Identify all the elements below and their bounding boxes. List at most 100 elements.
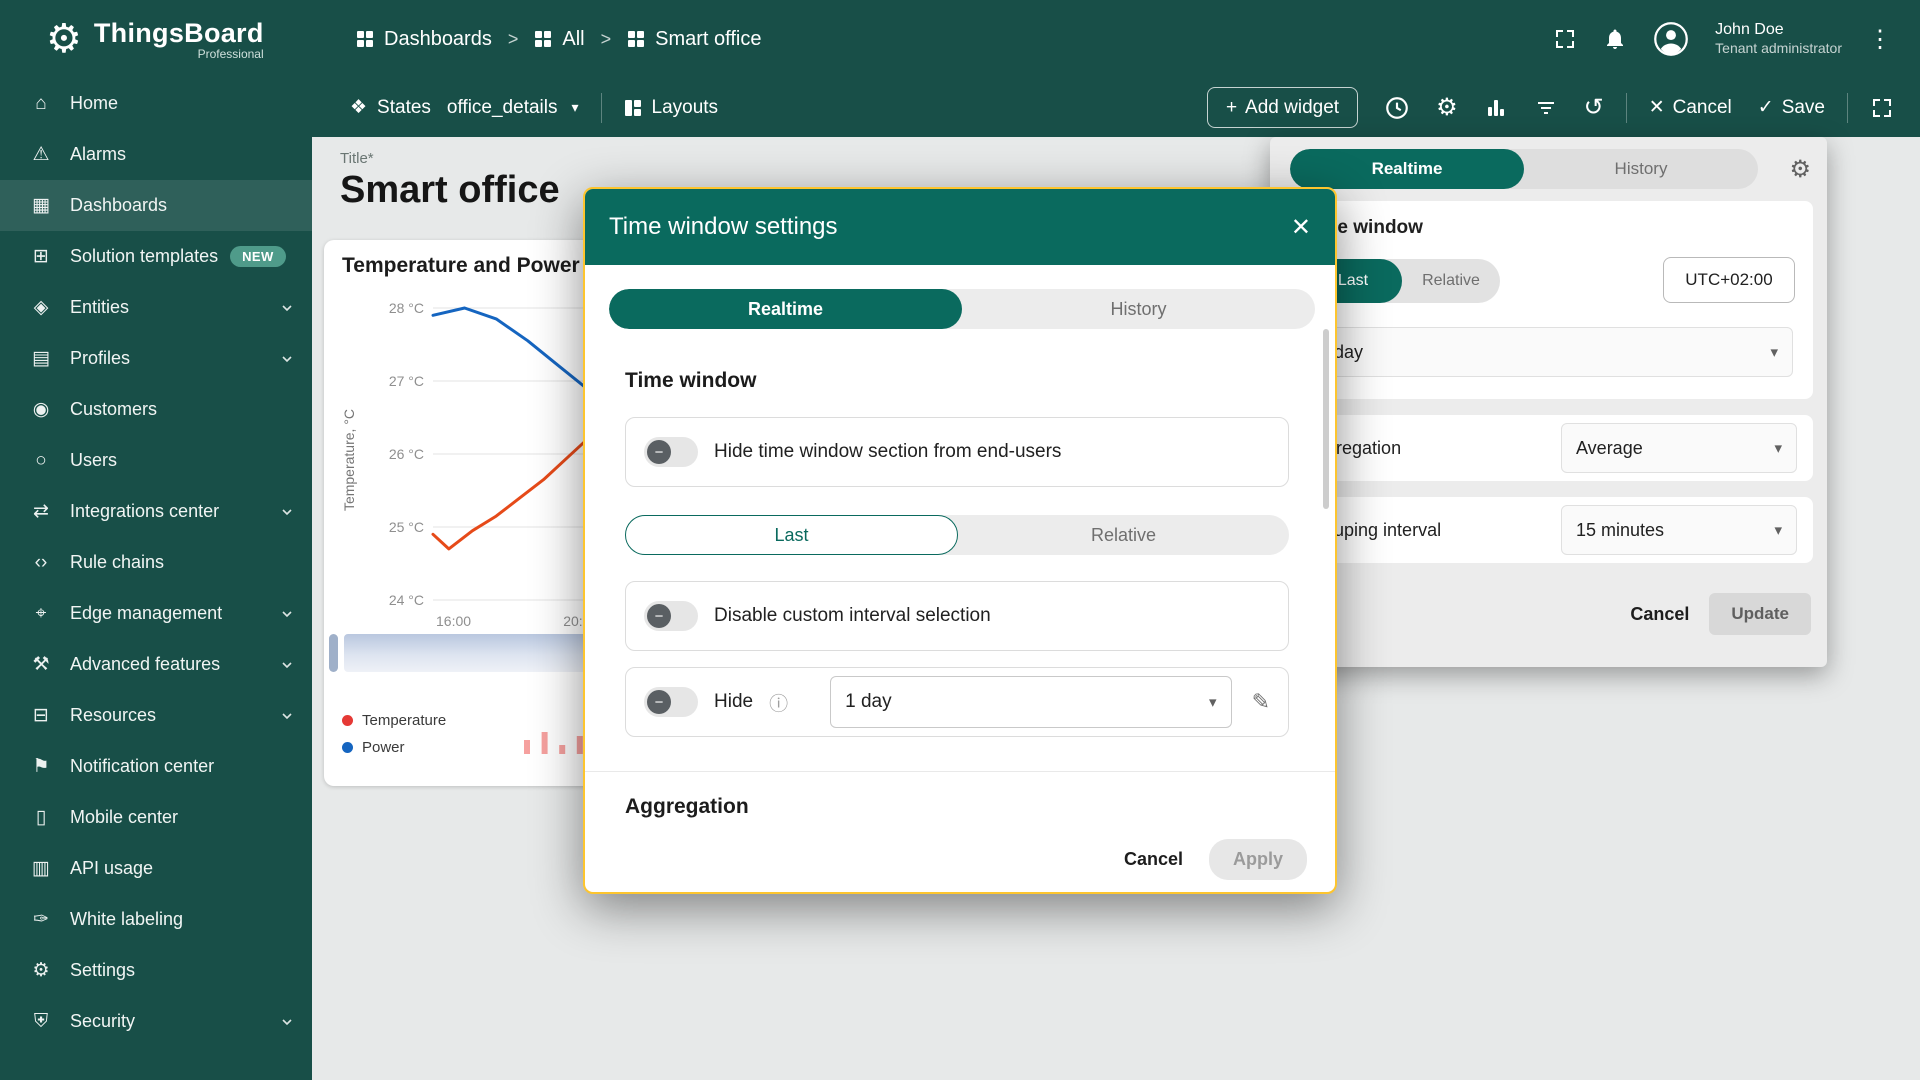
advanced-features-icon: ⚒ bbox=[26, 653, 56, 676]
sidebar-item-api-usage[interactable]: ▥API usage bbox=[0, 843, 312, 894]
breadcrumb-smart-office[interactable]: Smart office bbox=[627, 28, 761, 51]
disable-custom-interval-toggle[interactable]: − bbox=[644, 601, 698, 631]
sidebar-item-users[interactable]: ○Users bbox=[0, 435, 312, 486]
hide-interval-toggle[interactable]: − bbox=[644, 687, 698, 717]
legend-dot bbox=[342, 742, 353, 753]
modal-apply-button[interactable]: Apply bbox=[1209, 839, 1307, 880]
customers-icon: ◉ bbox=[26, 398, 56, 421]
dashboard-grid-icon bbox=[627, 30, 645, 48]
sidebar-item-white-labeling[interactable]: ✑White labeling bbox=[0, 894, 312, 945]
states-selector[interactable]: ❖ States office_details ▾ bbox=[350, 96, 579, 119]
modal-footer: Cancel Apply bbox=[585, 826, 1335, 892]
svg-text:24 °C: 24 °C bbox=[389, 592, 424, 608]
panel-cancel-button[interactable]: Cancel bbox=[1630, 604, 1689, 625]
svg-text:Temperature, °C: Temperature, °C bbox=[341, 409, 357, 511]
breadcrumb-dashboards[interactable]: Dashboards bbox=[356, 28, 492, 51]
sidebar-item-advanced-features[interactable]: ⚒Advanced features bbox=[0, 639, 312, 690]
hide-time-window-toggle[interactable]: − bbox=[644, 437, 698, 467]
rule-chains-icon: ‹› bbox=[26, 552, 56, 574]
sidebar-item-customers[interactable]: ◉Customers bbox=[0, 384, 312, 435]
aggregation-select[interactable]: Average ▾ bbox=[1561, 423, 1797, 473]
modal-last-option[interactable]: Last bbox=[625, 515, 958, 555]
thingsboard-logo[interactable]: ⚙ ThingsBoard Professional bbox=[0, 18, 312, 61]
modal-relative-option[interactable]: Relative bbox=[958, 515, 1289, 555]
cancel-edit-button[interactable]: ✕ Cancel bbox=[1649, 96, 1732, 119]
modal-interval-select[interactable]: 1 day ▾ bbox=[830, 676, 1231, 728]
legend-dot bbox=[342, 715, 353, 726]
time-window-clock-icon[interactable] bbox=[1384, 95, 1410, 121]
solution-templates-icon: ⊞ bbox=[26, 245, 56, 268]
sidebar-item-notification-center[interactable]: ⚑Notification center bbox=[0, 741, 312, 792]
sidebar-item-label: Entities bbox=[70, 297, 129, 318]
entity-aliases-chart-icon[interactable] bbox=[1484, 96, 1508, 120]
mobile-center-icon: ▯ bbox=[26, 806, 56, 829]
edit-pencil-icon[interactable]: ✎ bbox=[1252, 689, 1270, 715]
info-icon[interactable]: ⓘ bbox=[769, 689, 788, 716]
states-icon: ❖ bbox=[350, 96, 367, 119]
modal-tabs: Realtime History bbox=[609, 289, 1315, 329]
timezone-button[interactable]: UTC+02:00 bbox=[1663, 257, 1795, 303]
panel-aggregation-row: Aggregation Average ▾ bbox=[1284, 415, 1813, 481]
sidebar-item-label: API usage bbox=[70, 858, 153, 879]
sidebar-item-security[interactable]: ⛨Security bbox=[0, 996, 312, 1047]
panel-tab-realtime[interactable]: Realtime bbox=[1290, 149, 1524, 189]
panel-settings-gear-icon[interactable]: ⚙ bbox=[1789, 155, 1811, 184]
sidebar-item-edge-management[interactable]: ⌖Edge management bbox=[0, 588, 312, 639]
panel-time-window-card: Time window Last Relative UTC+02:00 1 da… bbox=[1284, 201, 1813, 399]
panel-interval-select[interactable]: 1 day ▾ bbox=[1304, 327, 1793, 377]
panel-update-button[interactable]: Update bbox=[1709, 593, 1811, 635]
sidebar-item-label: Profiles bbox=[70, 348, 130, 369]
dashboard-settings-gear-icon[interactable]: ⚙ bbox=[1436, 93, 1458, 122]
sidebar-item-resources[interactable]: ⊟Resources bbox=[0, 690, 312, 741]
user-info: John Doe Tenant administrator bbox=[1715, 20, 1842, 58]
chevron-down-icon bbox=[280, 709, 294, 723]
breadcrumb-all[interactable]: All bbox=[534, 28, 584, 51]
toolbar-fullscreen-icon[interactable] bbox=[1870, 96, 1894, 120]
sidebar-item-solution-templates[interactable]: ⊞Solution templatesNEW bbox=[0, 231, 312, 282]
filters-icon[interactable] bbox=[1534, 96, 1558, 120]
sidebar: ⌂Home⚠Alarms▦Dashboards⊞Solution templat… bbox=[0, 78, 312, 1080]
chevron-down-icon bbox=[280, 352, 294, 366]
dashboard-title-label: Title* bbox=[340, 150, 374, 167]
save-button[interactable]: ✓ Save bbox=[1758, 96, 1825, 119]
grouping-interval-select[interactable]: 15 minutes ▾ bbox=[1561, 505, 1797, 555]
legend-item-temperature[interactable]: Temperature bbox=[342, 712, 446, 729]
sidebar-item-integrations-center[interactable]: ⇄Integrations center bbox=[0, 486, 312, 537]
sidebar-item-alarms[interactable]: ⚠Alarms bbox=[0, 129, 312, 180]
sidebar-item-label: Alarms bbox=[70, 144, 126, 165]
layouts-button[interactable]: Layouts bbox=[624, 97, 719, 119]
range-selector-handle[interactable] bbox=[329, 634, 338, 672]
sidebar-item-entities[interactable]: ◈Entities bbox=[0, 282, 312, 333]
panel-relative-option[interactable]: Relative bbox=[1402, 259, 1500, 303]
modal-title: Time window settings bbox=[609, 213, 838, 241]
legend-item-power[interactable]: Power bbox=[342, 739, 446, 756]
kebab-menu-icon[interactable]: ⋮ bbox=[1868, 25, 1892, 54]
sidebar-item-dashboards[interactable]: ▦Dashboards bbox=[0, 180, 312, 231]
chevron-down-icon bbox=[280, 658, 294, 672]
close-icon: ✕ bbox=[1649, 96, 1665, 119]
integrations-center-icon: ⇄ bbox=[26, 500, 56, 523]
panel-tab-history[interactable]: History bbox=[1524, 149, 1758, 189]
sidebar-item-settings[interactable]: ⚙Settings bbox=[0, 945, 312, 996]
modal-tab-history[interactable]: History bbox=[962, 289, 1315, 329]
user-avatar[interactable] bbox=[1653, 21, 1689, 57]
version-history-icon[interactable]: ↺ bbox=[1584, 93, 1604, 122]
sidebar-item-rule-chains[interactable]: ‹›Rule chains bbox=[0, 537, 312, 588]
sidebar-item-home[interactable]: ⌂Home bbox=[0, 78, 312, 129]
modal-scrollbar[interactable] bbox=[1323, 329, 1329, 509]
chevron-down-icon bbox=[280, 1015, 294, 1029]
plus-icon: + bbox=[1226, 97, 1237, 119]
legend-label: Power bbox=[362, 739, 405, 756]
dashboard-title-input[interactable]: Smart office bbox=[340, 169, 560, 212]
fullscreen-icon[interactable] bbox=[1553, 27, 1577, 51]
sidebar-item-mobile-center[interactable]: ▯Mobile center bbox=[0, 792, 312, 843]
add-widget-button[interactable]: + Add widget bbox=[1207, 87, 1358, 128]
sidebar-item-profiles[interactable]: ▤Profiles bbox=[0, 333, 312, 384]
modal-tab-realtime[interactable]: Realtime bbox=[609, 289, 962, 329]
disable-custom-interval-row: − Disable custom interval selection bbox=[625, 581, 1289, 651]
modal-close-icon[interactable]: ✕ bbox=[1291, 213, 1311, 242]
notifications-bell-icon[interactable] bbox=[1603, 27, 1627, 51]
sidebar-item-label: Settings bbox=[70, 960, 135, 981]
sidebar-item-label: Notification center bbox=[70, 756, 214, 777]
modal-cancel-button[interactable]: Cancel bbox=[1124, 849, 1183, 870]
